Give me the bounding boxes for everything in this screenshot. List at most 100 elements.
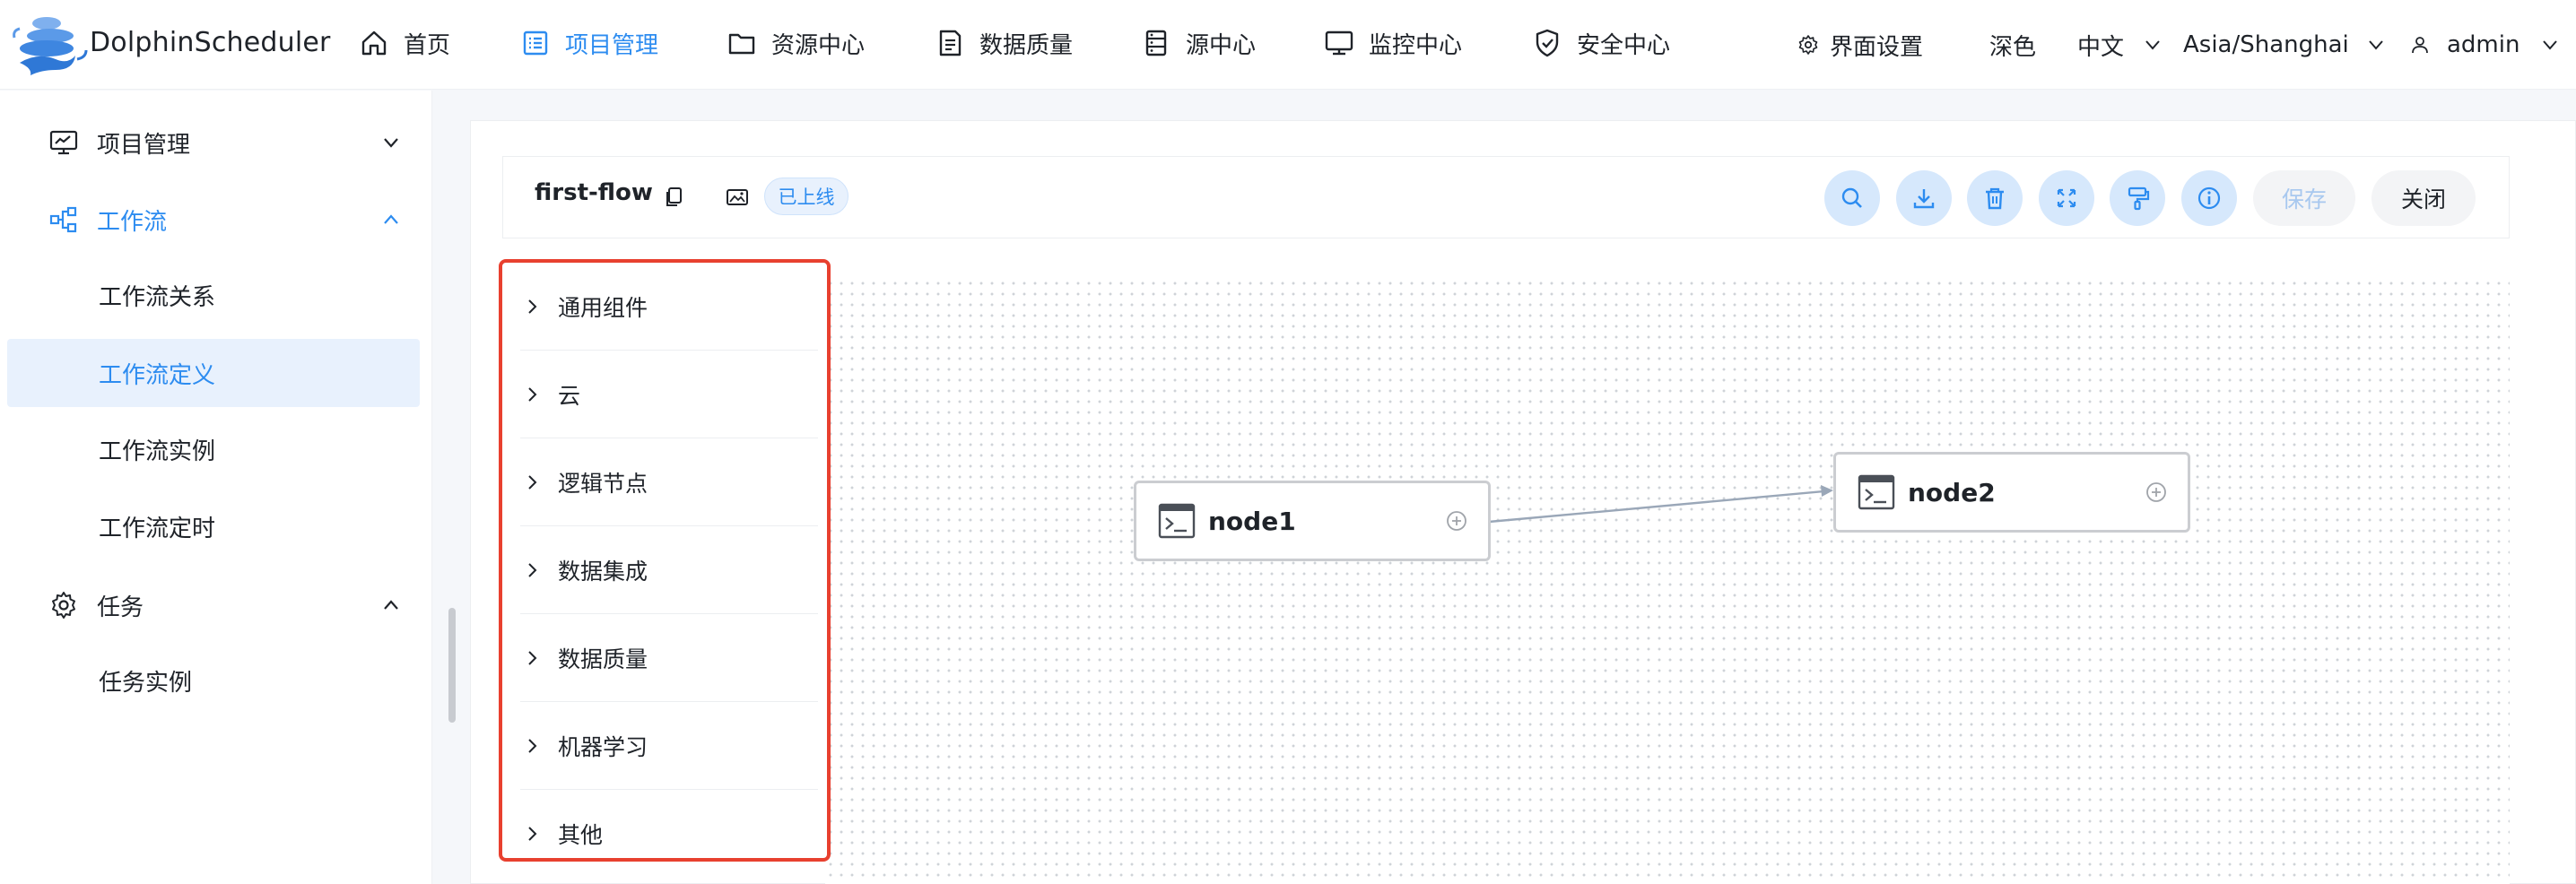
- info-icon: [2197, 186, 2221, 210]
- sidebar-group-task-label: 任务: [97, 594, 144, 621]
- monitor-icon: [1325, 30, 1353, 56]
- language-select[interactable]: 中文: [2077, 25, 2163, 65]
- component-panel: 通用组件 云 逻辑节点 数据集成 数据质量 机器学习 其他: [499, 259, 831, 862]
- timezone-label: Asia/Shanghai: [2183, 31, 2349, 58]
- top-header: DolphinScheduler 首页 项目管理 资源中心 数据质量 源中心 监…: [0, 0, 2576, 90]
- shield-icon: [1536, 29, 1559, 57]
- info-button[interactable]: [2181, 170, 2237, 226]
- chevron-down-icon: [2369, 40, 2383, 50]
- nav-datasource[interactable]: 源中心: [1141, 23, 1256, 63]
- delete-icon: [1986, 187, 2004, 210]
- panel-item-label: 云: [558, 382, 581, 409]
- sidebar-group-task[interactable]: 任务: [0, 571, 432, 639]
- nav-security-label: 安全中心: [1577, 31, 1671, 59]
- sidebar-group-project-label: 项目管理: [97, 131, 191, 159]
- timezone-select[interactable]: Asia/Shanghai: [2183, 25, 2387, 65]
- language-label: 中文: [2077, 33, 2125, 61]
- panel-item-general[interactable]: 通用组件: [520, 263, 818, 351]
- panel-item-data-integration[interactable]: 数据集成: [520, 526, 818, 614]
- chevron-down-icon: [384, 138, 398, 148]
- panel-item-other[interactable]: 其他: [520, 790, 818, 878]
- sidebar: 项目管理 工作流 工作流关系 工作流定义 工作流实例 工作流定时 任务 任务实例: [0, 91, 432, 884]
- panel-item-data-quality[interactable]: 数据质量: [520, 614, 818, 702]
- dag-node-node1[interactable]: node1: [1134, 481, 1491, 561]
- fullscreen-icon: [2057, 188, 2076, 208]
- folder-icon: [728, 33, 755, 55]
- download-button[interactable]: [1896, 170, 1952, 226]
- workflow-title: first-flow: [535, 179, 653, 206]
- user-menu[interactable]: admin: [2409, 25, 2561, 65]
- chevron-right-icon: [528, 474, 537, 490]
- panel-item-machine-learning[interactable]: 机器学习: [520, 702, 818, 790]
- ui-settings-label: 界面设置: [1830, 33, 1924, 61]
- project-overview-icon: [49, 130, 78, 155]
- nav-security[interactable]: 安全中心: [1532, 23, 1670, 63]
- data-quality-icon: [939, 30, 962, 56]
- nav-resource-label: 资源中心: [771, 31, 866, 59]
- workflow-icon: [49, 206, 77, 233]
- shell-icon: [1858, 474, 1895, 510]
- sidebar-group-project[interactable]: 项目管理: [0, 108, 432, 177]
- project-icon: [523, 30, 548, 56]
- panel-item-label: 通用组件: [558, 294, 648, 321]
- download-icon: [1913, 189, 1935, 209]
- chevron-up-icon: [384, 214, 398, 224]
- search-button[interactable]: [1824, 170, 1880, 226]
- format-button[interactable]: [2110, 170, 2165, 226]
- save-button[interactable]: 保存: [2253, 170, 2355, 226]
- ui-settings[interactable]: 界面设置: [1797, 25, 1923, 65]
- chevron-down-icon: [2543, 40, 2558, 50]
- theme-label: 深色: [1989, 33, 2037, 61]
- sidebar-group-workflow-label: 工作流: [97, 208, 168, 236]
- add-circle-icon[interactable]: [2145, 481, 2168, 504]
- nav-resource[interactable]: 资源中心: [727, 23, 865, 63]
- nav-home-label: 首页: [404, 31, 451, 59]
- sidebar-item-workflow-instance[interactable]: 工作流实例: [7, 415, 420, 483]
- chevron-right-icon: [528, 738, 537, 753]
- sidebar-item-workflow-timing[interactable]: 工作流定时: [7, 492, 420, 560]
- sidebar-group-workflow[interactable]: 工作流: [0, 186, 432, 254]
- panel-item-cloud[interactable]: 云: [520, 351, 818, 438]
- delete-button[interactable]: [1967, 170, 2023, 226]
- nav-home[interactable]: 首页: [359, 23, 450, 63]
- search-icon: [1841, 187, 1862, 208]
- chevron-right-icon: [528, 650, 537, 665]
- sidebar-item-task-instance[interactable]: 任务实例: [7, 646, 420, 715]
- nav-monitor[interactable]: 监控中心: [1324, 23, 1462, 63]
- nav-data-quality[interactable]: 数据质量: [935, 23, 1073, 63]
- user-icon: [2412, 37, 2428, 54]
- sidebar-item-workflow-relation[interactable]: 工作流关系: [7, 261, 420, 329]
- gear-icon: [1798, 35, 1818, 55]
- panel-item-label: 数据集成: [558, 558, 648, 585]
- nav-datasource-label: 源中心: [1186, 31, 1257, 59]
- nav-project-label: 项目管理: [565, 31, 659, 59]
- add-circle-icon[interactable]: [1445, 509, 1468, 533]
- format-icon: [2128, 186, 2150, 211]
- dag-canvas[interactable]: [825, 278, 2510, 884]
- chevron-up-icon: [384, 600, 398, 610]
- chevron-right-icon: [528, 827, 537, 841]
- chevron-right-icon: [528, 386, 537, 402]
- panel-item-logic[interactable]: 逻辑节点: [520, 438, 818, 526]
- dag-node-label: node1: [1208, 506, 1296, 536]
- sidebar-item-workflow-definition[interactable]: 工作流定义: [7, 339, 420, 407]
- datasource-icon: [1145, 30, 1167, 56]
- nav-project[interactable]: 项目管理: [520, 23, 658, 63]
- chevron-right-icon: [528, 562, 537, 577]
- image-icon[interactable]: [725, 185, 750, 210]
- chevron-down-icon: [2145, 40, 2160, 50]
- user-label: admin: [2447, 31, 2520, 58]
- home-icon: [361, 30, 387, 56]
- copy-icon[interactable]: [662, 185, 687, 210]
- chevron-right-icon: [528, 299, 537, 314]
- gear-icon: [52, 592, 75, 619]
- panel-item-label: 机器学习: [558, 733, 648, 760]
- fullscreen-button[interactable]: [2039, 170, 2094, 226]
- close-button[interactable]: 关闭: [2371, 170, 2476, 226]
- dag-node-node2[interactable]: node2: [1833, 452, 2190, 533]
- panel-item-label: 数据质量: [558, 646, 648, 672]
- theme-toggle[interactable]: 深色: [1989, 25, 2036, 65]
- sidebar-scrollbar[interactable]: [448, 608, 456, 723]
- brand-name: DolphinScheduler: [90, 27, 331, 58]
- dag-node-label: node2: [1908, 477, 1996, 507]
